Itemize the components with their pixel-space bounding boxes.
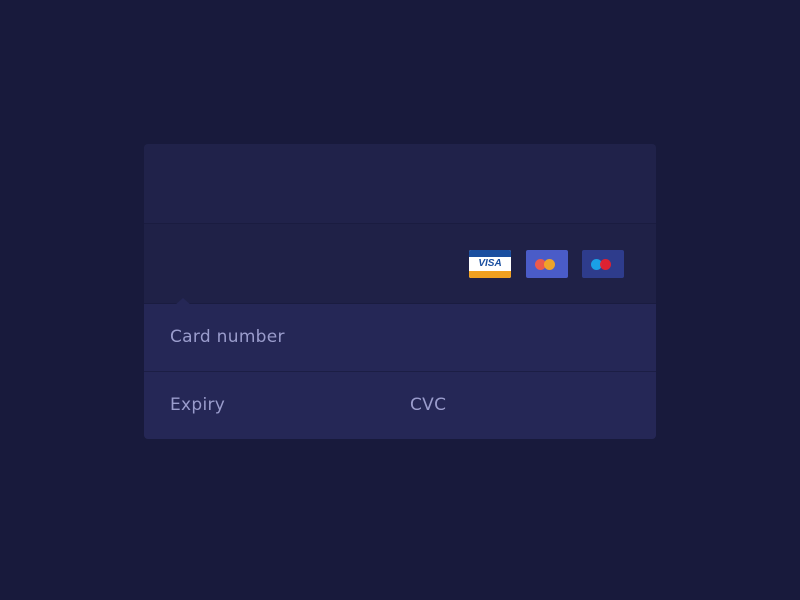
form-header-row bbox=[144, 144, 656, 223]
visa-logo-text: VISA bbox=[478, 258, 502, 269]
expiry-cvc-row: Expiry CVC bbox=[144, 372, 656, 439]
visa-stripe-top bbox=[469, 250, 511, 257]
maestro-icon[interactable] bbox=[582, 250, 624, 278]
card-number-field[interactable]: Card number bbox=[144, 304, 656, 371]
page: VISA Card number Expiry CVC bbox=[0, 0, 800, 600]
card-number-placeholder: Card number bbox=[170, 327, 285, 347]
payment-methods-row: VISA bbox=[144, 224, 656, 303]
expiry-field[interactable]: Expiry bbox=[144, 372, 384, 439]
mastercard-orange-circle bbox=[544, 259, 555, 270]
cvc-field[interactable]: CVC bbox=[384, 372, 656, 439]
cvc-placeholder: CVC bbox=[410, 395, 447, 415]
visa-icon[interactable]: VISA bbox=[469, 250, 511, 278]
visa-stripe-bottom bbox=[469, 271, 511, 278]
expiry-placeholder: Expiry bbox=[170, 395, 226, 415]
mastercard-icon[interactable] bbox=[526, 250, 568, 278]
maestro-red-circle bbox=[600, 259, 611, 270]
payment-card-form: VISA Card number Expiry CVC bbox=[144, 144, 656, 439]
